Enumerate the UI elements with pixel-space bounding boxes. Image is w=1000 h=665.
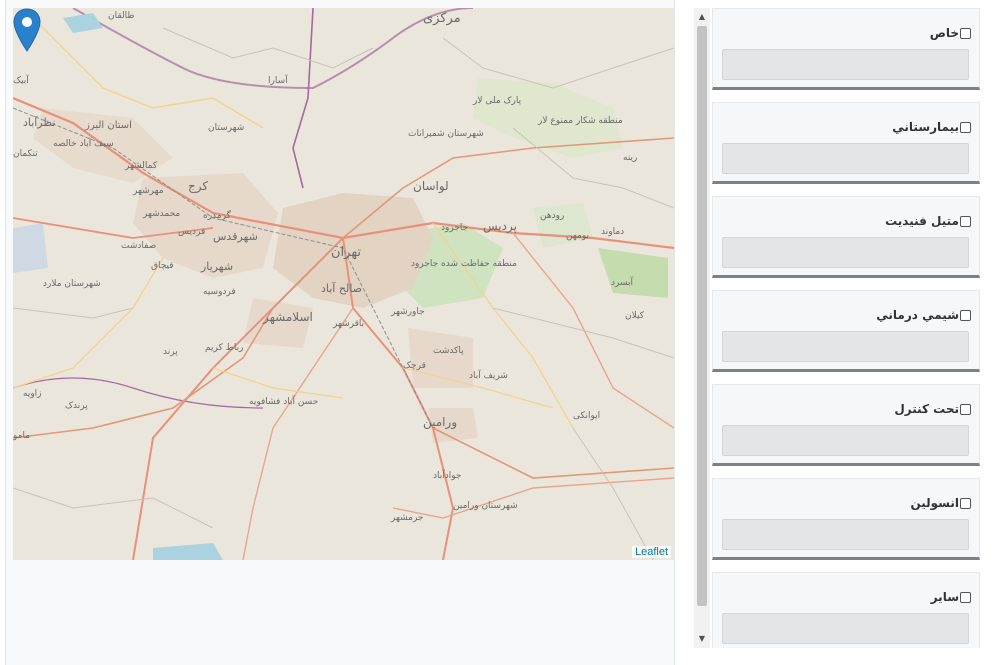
option-item-other: ساير (712, 572, 980, 648)
scroll-down-arrow-icon[interactable]: ▼ (694, 632, 710, 646)
options-panel: ▲ ▼ خاص بيمارستاني متيل فنيديت شيمي درما… (694, 8, 990, 648)
map-panel: مرکزی طالقان آبیک نظرآباد استان البرز سی… (5, 0, 675, 665)
map-label-absard: آبسرد (611, 276, 634, 288)
map-label-nazarabad: نظرآباد (23, 115, 56, 129)
map-label-shahrestan-varamin: شهرستان ورامین (453, 501, 518, 511)
option-item-chemotherapy: شيمي درماني (712, 290, 980, 372)
map-label-ferdis: فردیس (178, 227, 205, 237)
map-label-javadabad-east: جاورشهر (390, 307, 425, 317)
map-label-sharifabad: شریف آباد (469, 369, 508, 381)
map-label-qeshlaq: قیچاق (151, 261, 174, 271)
option-label-khas: خاص (929, 26, 959, 40)
checkbox-controlled[interactable] (960, 403, 971, 415)
input-chemotherapy[interactable] (722, 331, 969, 362)
scrollbar-thumb[interactable] (697, 26, 707, 606)
map-label-safadasht: صفادشت (121, 241, 156, 251)
input-other[interactable] (722, 613, 969, 644)
map-label-tehran: تهران (331, 245, 361, 260)
map-label-rudehen: رودهن (540, 211, 564, 221)
vertical-scrollbar[interactable]: ▲ ▼ (694, 8, 710, 648)
checkbox-khas[interactable] (960, 27, 971, 39)
map-label-rineh: رینه (623, 153, 637, 163)
map-label-karaj: کرج (188, 179, 208, 194)
map-label-salehabad: صالح آباد (321, 281, 362, 295)
input-khas[interactable] (722, 49, 969, 80)
map-label-damavand: دماوند (601, 227, 624, 237)
map-tiles: مرکزی طالقان آبیک نظرآباد استان البرز سی… (13, 8, 674, 560)
checkbox-insulin[interactable] (960, 497, 971, 509)
map-label-garmdareh: گرمدره (203, 209, 232, 221)
map-label-parandak: پرندک (65, 400, 88, 411)
map-label-ostan-alborz: استان البرز (84, 120, 132, 131)
map-label-shahrestan-malard: شهرستان ملارد (43, 279, 101, 289)
map-label-saifabad: سیف آباد خالصه (53, 137, 114, 149)
checkbox-list: خاص بيمارستاني متيل فنيديت شيمي درماني ت… (712, 8, 980, 648)
input-bimarestani[interactable] (722, 143, 969, 174)
map-label-pardis: پردیس (483, 219, 517, 234)
checkbox-methylphenidate[interactable] (960, 215, 971, 227)
option-item-methylphenidate: متيل فنيديت (712, 196, 980, 278)
option-label-controlled: تحت كنترل (894, 402, 959, 416)
map-label-kilan: کیلان (625, 311, 645, 321)
map-label-pakdasht: پاکدشت (433, 346, 464, 356)
map-label-fardis2: فردوسیه (203, 287, 236, 297)
map-label-lavasan: لواسان (413, 179, 449, 194)
checkbox-bimarestani[interactable] (960, 121, 971, 133)
checkbox-other[interactable] (960, 591, 971, 603)
map-label-jajrud: جاجرود (441, 223, 468, 233)
map-label-abyek: آبیک (13, 74, 29, 86)
option-item-insulin: انسولين (712, 478, 980, 560)
map-label-robat-karim: رباط کریم (205, 343, 244, 353)
option-label-bimarestani: بيمارستاني (892, 120, 959, 134)
map-label-parand: پرند (163, 347, 178, 357)
map-label-pishva: جرمشهر (390, 513, 424, 523)
map-label-kamalshahr: کمالشهر (124, 161, 158, 171)
map[interactable]: مرکزی طالقان آبیک نظرآباد استان البرز سی… (13, 8, 674, 560)
map-label-varamin: ورامین (423, 415, 457, 430)
map-label-mamu: مامو (13, 431, 30, 441)
option-label-insulin: انسولين (910, 496, 959, 510)
leaflet-attribution-link[interactable]: Leaflet (631, 546, 671, 558)
map-label-mantaghe-shekar: منطقه شکار ممنوع لار (537, 116, 623, 126)
map-label-boumehen: بومهن (566, 231, 589, 241)
map-label-hasanabad: حسن آباد فشافویه (249, 395, 318, 407)
option-label-methylphenidate: متيل فنيديت (885, 214, 959, 228)
map-label-javadabad: جوادآباد (433, 469, 461, 481)
map-label-mohammadshahr: محمدشهر (142, 209, 180, 219)
map-label-taleqan: طالقان (108, 11, 135, 21)
input-methylphenidate[interactable] (722, 237, 969, 268)
map-label-markazi: مرکزی (423, 11, 461, 26)
map-label-eslamshahr: اسلامشهر (262, 310, 313, 325)
option-item-bimarestani: بيمارستاني (712, 102, 980, 184)
map-label-shahrestan-shemiranat: شهرستان شمیرانات (408, 129, 484, 139)
map-label-asara: آسارا (268, 74, 288, 86)
map-label-mehrshahr: مهرشهر (132, 186, 164, 196)
map-pin-icon[interactable] (13, 8, 41, 52)
map-label-park-melli: پارک ملی لار (472, 95, 522, 106)
map-label-baghershahr: باقرشهر (332, 319, 364, 329)
map-label-shahrgods: شهرقدس (213, 230, 258, 243)
option-label-other: ساير (930, 590, 959, 604)
option-item-khas: خاص (712, 8, 980, 90)
map-label-shahrestan-karaj: شهرستان (208, 123, 244, 133)
map-label-tankaman: تنکمان (13, 149, 38, 159)
map-label-mantaghe-hefazat: منطقه حفاظت شده جاجرود (411, 259, 517, 269)
map-label-shahriar: شهریار (200, 260, 233, 273)
scroll-up-arrow-icon[interactable]: ▲ (694, 10, 710, 24)
map-label-zaviyeh: زاویه (23, 389, 42, 399)
option-label-chemotherapy: شيمي درماني (876, 308, 959, 322)
input-controlled[interactable] (722, 425, 969, 456)
map-label-qarchak: قرچک (403, 361, 426, 371)
map-label-ivanaki: ایوانکی (573, 411, 600, 421)
checkbox-chemotherapy[interactable] (960, 309, 971, 321)
option-item-controlled: تحت كنترل (712, 384, 980, 466)
input-insulin[interactable] (722, 519, 969, 550)
